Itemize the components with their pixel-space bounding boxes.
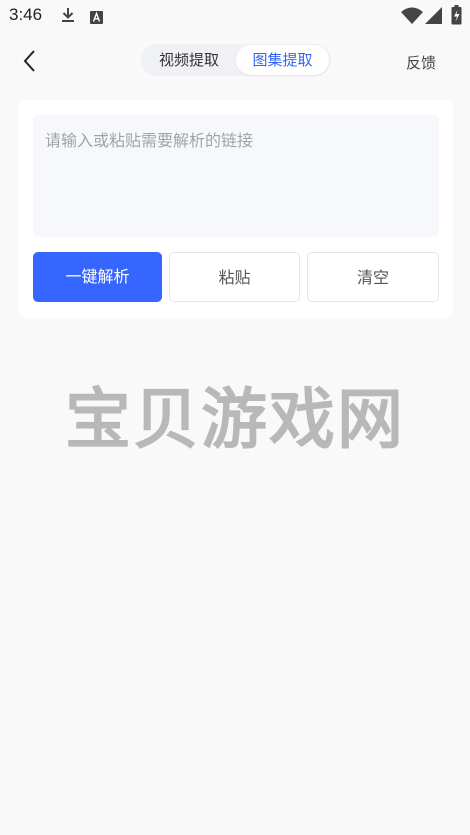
tab-switcher: 视频提取 图集提取 bbox=[141, 44, 331, 76]
status-time: 3:46 bbox=[9, 5, 43, 24]
watermark: 宝贝游戏网 bbox=[65, 381, 405, 458]
header: 视频提取 图集提取 反馈 bbox=[0, 38, 470, 86]
clear-button[interactable]: 清空 bbox=[307, 252, 439, 302]
download-icon bbox=[59, 6, 77, 28]
paste-button[interactable]: 粘贴 bbox=[169, 252, 300, 302]
parse-card: 一键解析 粘贴 清空 bbox=[18, 100, 453, 318]
tab-gallery-extract[interactable]: 图集提取 bbox=[236, 45, 329, 75]
feedback-button[interactable]: 反馈 bbox=[406, 52, 436, 73]
wifi-icon bbox=[401, 7, 423, 28]
a-icon bbox=[90, 9, 103, 28]
link-input[interactable] bbox=[33, 114, 439, 237]
battery-icon bbox=[451, 5, 462, 29]
tab-video-extract[interactable]: 视频提取 bbox=[147, 45, 231, 75]
back-button[interactable] bbox=[16, 46, 46, 76]
status-bar: 3:46 bbox=[0, 0, 470, 32]
chevron-left-icon bbox=[23, 50, 35, 72]
parse-button[interactable]: 一键解析 bbox=[33, 252, 162, 302]
signal-icon bbox=[425, 7, 442, 28]
